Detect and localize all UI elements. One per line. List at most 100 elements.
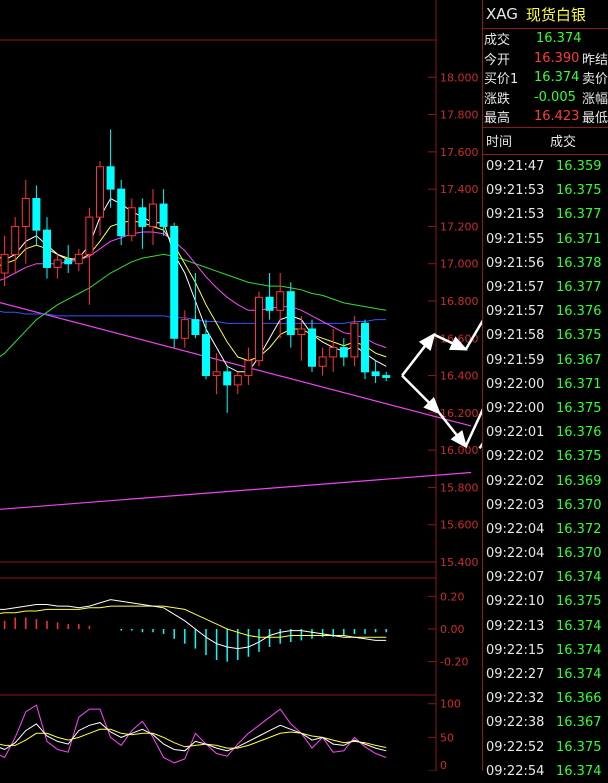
tick-row[interactable]: 09:22:3816.367: [483, 711, 608, 735]
tick-row[interactable]: 09:22:5216.375: [483, 735, 608, 759]
tick-price: 16.369: [556, 474, 602, 489]
candle-body: [340, 348, 347, 357]
tick-price: 16.374: [556, 619, 602, 634]
tick-time: 09:22:00: [486, 377, 556, 392]
tick-row[interactable]: 09:22:0016.375: [483, 396, 608, 420]
tick-row[interactable]: 09:22:0216.375: [483, 445, 608, 469]
ticks-header-time: 时间: [486, 131, 512, 150]
tick-row[interactable]: 09:22:0316.370: [483, 493, 608, 517]
candle-body: [181, 320, 188, 339]
tick-price: 16.377: [556, 280, 602, 295]
tick-row[interactable]: 09:21:5316.377: [483, 203, 608, 227]
kdj-tick-label: 0: [440, 759, 447, 771]
tick-row[interactable]: 09:22:3216.366: [483, 687, 608, 711]
tick-row[interactable]: 09:21:4716.359: [483, 155, 608, 179]
quote-field-label-2: 卖价: [582, 68, 608, 87]
candle: [54, 254, 61, 278]
candle-body: [277, 292, 284, 311]
tick-row[interactable]: 09:22:0716.374: [483, 566, 608, 590]
tick-row[interactable]: 09:22:1316.374: [483, 614, 608, 638]
tick-row[interactable]: 09:21:5816.375: [483, 324, 608, 348]
candle-body: [351, 323, 358, 357]
candle: [203, 320, 210, 380]
candle-body: [245, 361, 252, 376]
price-tick-label: 15.400: [440, 556, 479, 569]
candle: [150, 189, 157, 245]
candle: [128, 198, 135, 241]
candlesticks[interactable]: [0, 129, 390, 412]
tick-time: 09:22:03: [486, 498, 556, 513]
candle-body: [150, 204, 157, 226]
tick-time: 09:21:55: [486, 232, 556, 247]
candle-body: [372, 372, 379, 376]
quote-field-row: 买价116.374卖价: [483, 68, 608, 88]
tick-time: 09:22:13: [486, 619, 556, 634]
tick-price: 16.376: [556, 425, 602, 440]
tick-row[interactable]: 09:21:5916.367: [483, 348, 608, 372]
tick-row[interactable]: 09:21:5716.376: [483, 300, 608, 324]
tick-row[interactable]: 09:22:0416.370: [483, 542, 608, 566]
tick-time: 09:22:27: [486, 667, 556, 682]
candle: [12, 217, 19, 273]
tick-price: 16.375: [556, 401, 602, 416]
tick-row[interactable]: 09:22:0216.369: [483, 469, 608, 493]
quote-field-label-2: 涨幅: [582, 88, 608, 107]
price-tick-label: 16.800: [440, 295, 479, 308]
tick-row[interactable]: 09:22:0416.372: [483, 517, 608, 541]
tick-row[interactable]: 09:22:0016.371: [483, 372, 608, 396]
price-tick-label: 17.200: [440, 220, 479, 233]
ticks-header-price: 成交: [550, 131, 576, 150]
tick-row[interactable]: 09:22:2716.374: [483, 662, 608, 686]
tick-time: 09:21:56: [486, 256, 556, 271]
candle: [330, 329, 337, 372]
kline-chart[interactable]: 18.00017.80017.60017.40017.20017.00016.8…: [0, 0, 482, 771]
tick-price: 16.370: [556, 498, 602, 513]
trend-line: [0, 301, 471, 426]
macd-dea-line: [0, 606, 386, 637]
tick-time: 09:21:58: [486, 328, 556, 343]
tick-row[interactable]: 09:21:5516.371: [483, 227, 608, 251]
moving-averages: [0, 199, 386, 372]
tick-time: 09:22:32: [486, 691, 556, 706]
tick-price: 16.376: [556, 304, 602, 319]
tick-time: 09:22:04: [486, 522, 556, 537]
tick-row[interactable]: 09:22:0116.376: [483, 421, 608, 445]
candle: [139, 198, 146, 248]
tick-time: 09:22:01: [486, 425, 556, 440]
tick-row[interactable]: 09:22:5416.374: [483, 759, 608, 783]
candle-body: [33, 198, 40, 230]
tick-time: 09:22:00: [486, 401, 556, 416]
tick-row[interactable]: 09:22:1516.374: [483, 638, 608, 662]
tick-row[interactable]: 09:21:5316.375: [483, 179, 608, 203]
tick-price: 16.375: [556, 449, 602, 464]
quote-field-value: 16.390: [534, 51, 582, 66]
candle-body: [139, 208, 146, 227]
tick-price: 16.374: [556, 570, 602, 585]
tick-time: 09:22:10: [486, 594, 556, 609]
symbol-code: XAG: [486, 5, 518, 23]
tick-row[interactable]: 09:22:1016.375: [483, 590, 608, 614]
macd-panel[interactable]: 0.200.00-0.20: [0, 590, 468, 668]
quote-field-value: 16.374: [536, 31, 586, 46]
tick-time: 09:22:02: [486, 449, 556, 464]
tick-list[interactable]: 09:21:4716.35909:21:5316.37509:21:5316.3…: [483, 155, 608, 783]
candle-body: [362, 323, 369, 371]
tick-price: 16.371: [556, 377, 602, 392]
kdj-panel[interactable]: 100500: [0, 698, 461, 771]
quote-field-value: 16.423: [534, 109, 582, 124]
candle-body: [383, 376, 390, 378]
quote-field-label: 买价1: [484, 68, 534, 87]
candle-body: [266, 297, 273, 310]
candle: [245, 348, 252, 385]
tick-time: 09:22:52: [486, 740, 556, 755]
tick-time: 09:21:57: [486, 304, 556, 319]
tick-row[interactable]: 09:21:5616.378: [483, 251, 608, 275]
candle: [309, 320, 316, 372]
candle: [287, 282, 294, 347]
candle: [372, 361, 379, 383]
candle-body: [256, 297, 263, 360]
price-tick-label: 17.000: [440, 258, 479, 271]
tick-price: 16.374: [556, 667, 602, 682]
tick-row[interactable]: 09:21:5716.377: [483, 275, 608, 299]
candle: [171, 223, 178, 348]
